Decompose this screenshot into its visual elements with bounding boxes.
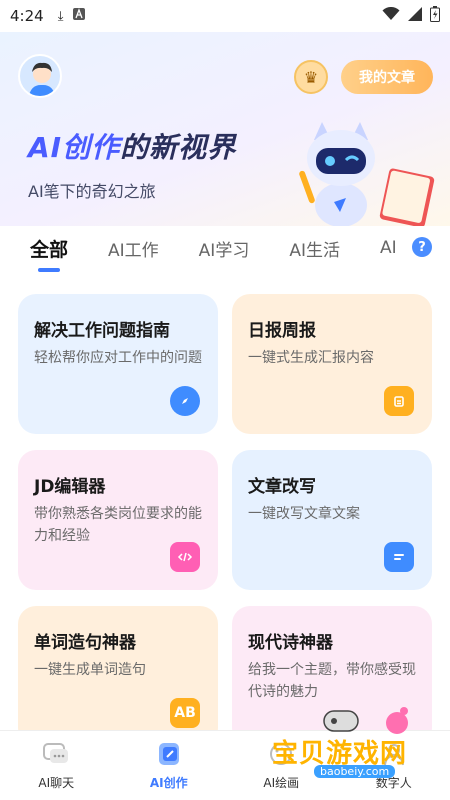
robot-mascot-illustration [299,122,435,228]
ab-icon: AB [170,698,200,728]
nav-ai-chat[interactable]: AI聊天 [0,731,113,800]
wifi-icon [382,6,400,25]
card-modern-poetry[interactable]: 现代诗神器 给我一个主题，带你感受现代诗的魅力 [232,606,432,746]
status-time: 4:24 [10,7,44,25]
tab-all[interactable]: 全部 [30,235,68,272]
page-title: AI创作的新视界 [28,126,236,166]
card-title: 单词造句神器 [34,633,136,653]
tab-ai-study[interactable]: AI学习 [199,236,250,261]
card-word-sentence[interactable]: 单词造句神器 一键生成单词造句 AB [18,606,218,746]
card-description: 轻松帮你应对工作中的问题 [34,350,202,366]
my-articles-button[interactable]: 我的文章 [341,60,433,94]
nav-label: AI创作 [149,776,188,790]
card-description: 给我一个主题，带你感受现代诗的魅力 [248,662,416,700]
nav-ai-paint[interactable]: AI绘画 [225,731,338,800]
nav-label: AI聊天 [38,776,75,790]
chat-icon [42,740,70,768]
bottom-navigation: AI聊天 AI创作 AI绘画 数字人 [0,730,450,800]
status-bar: 4:24 ⤓ [0,0,450,32]
card-description: 一键式生成汇报内容 [248,350,374,366]
card-title: JD编辑器 [34,477,106,497]
help-icon[interactable]: ? [412,237,432,257]
signal-icon [408,7,422,25]
card-title: 日报周报 [248,321,316,341]
app-notification-icon [73,8,86,24]
crown-icon[interactable]: ♛ [294,60,328,94]
card-title: 解决工作问题指南 [34,321,170,341]
calendar-icon [384,386,414,416]
document-icon [384,542,414,572]
title-rest: 的新视界 [120,131,237,164]
page-subtitle: AI笔下的奇幻之旅 [28,182,156,201]
card-title: 现代诗神器 [248,633,333,653]
tab-ai-more[interactable]: AI [380,238,397,258]
hero-banner: ♛ 我的文章 AI创作的新视界 AI笔下的奇幻之旅 [0,32,450,232]
compass-icon [170,386,200,416]
card-jd-editor[interactable]: JD编辑器 带你熟悉各类岗位要求的能力和经验 [18,450,218,590]
title-ai: AI创作 [28,131,121,164]
tab-ai-work[interactable]: AI工作 [108,236,159,261]
download-icon: ⤓ [57,8,64,24]
card-description: 带你熟悉各类岗位要求的能力和经验 [34,506,202,544]
card-description: 一键生成单词造句 [34,662,146,678]
tab-ai-life[interactable]: AI生活 [289,236,340,261]
card-article-rewrite[interactable]: 文章改写 一键改写文章文案 [232,450,432,590]
nav-ai-create[interactable]: AI创作 [113,731,226,800]
card-daily-weekly-report[interactable]: 日报周报 一键式生成汇报内容 [232,294,432,434]
avatar[interactable] [18,54,62,98]
nav-label: 数字人 [375,776,412,790]
card-description: 一键改写文章文案 [248,506,360,522]
nav-digital-human[interactable]: 数字人 [338,731,450,800]
digital-human-icon [380,740,408,768]
create-icon [155,740,183,768]
card-title: 文章改写 [248,477,316,497]
code-icon [170,542,200,572]
card-work-problem-guide[interactable]: 解决工作问题指南 轻松帮你应对工作中的问题 [18,294,218,434]
category-tabs: 全部 AI工作 AI学习 AI生活 AI [0,226,450,272]
paint-icon [267,740,295,768]
battery-icon [430,6,440,26]
nav-label: AI绘画 [263,776,300,790]
